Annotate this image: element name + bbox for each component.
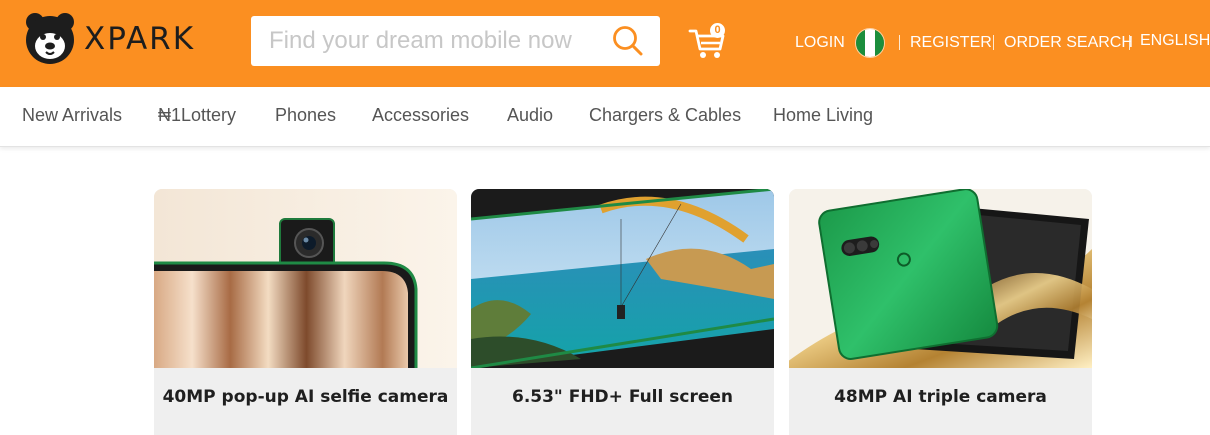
- brand-name: XPARK: [84, 21, 196, 57]
- search-box: [251, 16, 660, 66]
- login-link[interactable]: LOGIN: [795, 32, 845, 54]
- category-new-arrivals[interactable]: New Arrivals: [22, 105, 122, 126]
- card-caption: 6.53" FHD+ Full screen: [471, 368, 774, 435]
- search-input[interactable]: [267, 26, 607, 56]
- category-home-living[interactable]: Home Living: [773, 105, 873, 126]
- category-audio[interactable]: Audio: [507, 105, 553, 126]
- divider: [993, 35, 994, 50]
- register-link[interactable]: REGISTER: [910, 32, 992, 54]
- order-search-link[interactable]: ORDER SEARCH: [1004, 32, 1133, 54]
- divider: [1129, 35, 1130, 50]
- feature-card-triple-camera[interactable]: 48MP AI triple camera: [789, 189, 1092, 435]
- cart-count-badge: 0: [710, 23, 725, 38]
- top-header: XPARK 0 LOGIN REGISTER ORDER SEARCH ENGL…: [0, 0, 1210, 87]
- bear-logo-icon: [26, 13, 74, 64]
- feature-card-selfie-camera[interactable]: 40MP pop-up AI selfie camera: [154, 189, 457, 435]
- paraglider-ocean-screen-image: [471, 189, 774, 368]
- search-icon[interactable]: [612, 25, 644, 57]
- cart-button[interactable]: 0: [688, 22, 728, 62]
- green-phone-triple-camera-image: [789, 189, 1092, 368]
- category-phones[interactable]: Phones: [275, 105, 336, 126]
- category-accessories[interactable]: Accessories: [372, 105, 469, 126]
- card-caption: 40MP pop-up AI selfie camera: [154, 368, 457, 435]
- brand-logo[interactable]: XPARK: [24, 10, 195, 68]
- divider: [899, 35, 900, 50]
- feature-card-full-screen[interactable]: 6.53" FHD+ Full screen: [471, 189, 774, 435]
- category-lottery[interactable]: ₦1Lottery: [158, 105, 236, 126]
- pop-up-camera-phone-image: [154, 189, 457, 368]
- category-chargers-cables[interactable]: Chargers & Cables: [589, 105, 741, 126]
- nigeria-flag-icon[interactable]: [855, 28, 885, 58]
- language-selector[interactable]: ENGLISH: [1140, 30, 1210, 52]
- card-caption: 48MP AI triple camera: [789, 368, 1092, 435]
- category-nav: New Arrivals ₦1Lottery Phones Accessorie…: [0, 87, 1210, 147]
